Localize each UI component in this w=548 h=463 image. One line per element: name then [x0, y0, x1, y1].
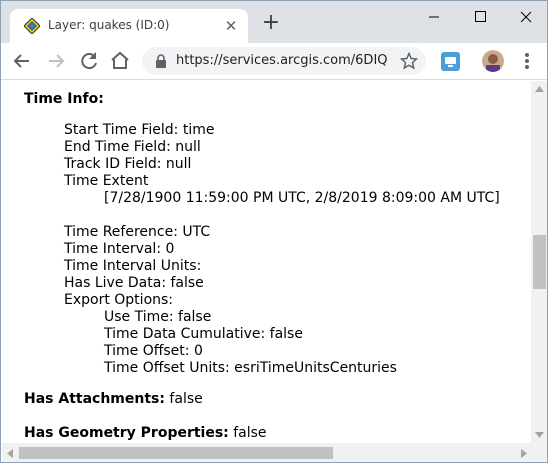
time-offset-units: Time Offset Units: esriTimeUnitsCenturie…: [104, 360, 397, 376]
tab-title: Layer: quakes (ID:0): [48, 18, 170, 32]
address-bar[interactable]: https://services.arcgis.com/6DIQcwlPy8kn…: [142, 47, 426, 75]
extension-icon[interactable]: [441, 52, 460, 71]
url-text[interactable]: https://services.arcgis.com/6DIQcwlPy8kn…: [176, 53, 388, 68]
new-tab-button[interactable]: +: [261, 12, 281, 34]
profile-avatar[interactable]: [482, 50, 504, 72]
maximize-button[interactable]: [457, 1, 503, 33]
back-arrow-icon[interactable]: [10, 49, 34, 73]
time-offset: Time Offset: 0: [104, 343, 203, 359]
time-reference: Time Reference: UTC: [64, 224, 211, 240]
reload-icon[interactable]: [77, 49, 101, 73]
time-interval-units: Time Interval Units:: [64, 258, 202, 274]
forward-arrow-icon[interactable]: [44, 49, 68, 73]
time-data-cumulative: Time Data Cumulative: false: [104, 326, 303, 342]
time-info-heading: Time Info:: [24, 91, 104, 107]
close-tab-icon[interactable]: ✕: [224, 19, 238, 34]
scroll-up-arrow-icon[interactable]: [535, 86, 544, 92]
use-time: Use Time: false: [104, 309, 212, 325]
export-options: Export Options:: [64, 292, 174, 308]
has-attachments: Has Attachments: false: [24, 391, 203, 408]
has-geometry-value: false: [228, 425, 267, 441]
has-attachments-label: Has Attachments:: [24, 391, 165, 407]
browser-window: Layer: quakes (ID:0) ✕ + https://service…: [0, 0, 548, 463]
has-geometry-properties: Has Geometry Properties: false: [24, 425, 267, 442]
time-extent-value: [7/28/1900 11:59:00 PM UTC, 2/8/2019 8:0…: [104, 190, 500, 206]
has-geometry-label: Has Geometry Properties:: [24, 425, 229, 441]
close-window-button[interactable]: [503, 1, 548, 33]
scroll-down-arrow-icon[interactable]: [535, 432, 544, 438]
minimize-button[interactable]: [411, 1, 457, 33]
avatar-icon: [482, 50, 504, 72]
lock-icon[interactable]: [154, 54, 168, 68]
horizontal-scrollbar[interactable]: [2, 443, 547, 462]
vertical-scrollbar[interactable]: [531, 81, 547, 443]
home-icon[interactable]: [108, 49, 132, 73]
scroll-right-arrow-icon[interactable]: [521, 449, 527, 458]
tab-strip: Layer: quakes (ID:0) ✕ +: [1, 1, 548, 43]
has-live-data: Has Live Data: false: [64, 275, 204, 291]
has-attachments-value: false: [164, 391, 203, 407]
vertical-scroll-thumb[interactable]: [533, 235, 546, 289]
arcgis-layer-icon: [24, 18, 40, 34]
horizontal-scroll-thumb[interactable]: [19, 447, 333, 459]
more-menu-icon[interactable]: [516, 50, 538, 72]
start-time-field: Start Time Field: time: [64, 122, 215, 138]
bookmark-star-icon[interactable]: [400, 52, 418, 70]
browser-toolbar: https://services.arcgis.com/6DIQcwlPy8kn…: [1, 43, 547, 80]
end-time-field: End Time Field: null: [64, 139, 201, 155]
page-content: Time Info: Start Time Field: time End Ti…: [2, 81, 531, 443]
time-interval: Time Interval: 0: [64, 241, 175, 257]
scroll-left-arrow-icon[interactable]: [7, 449, 13, 458]
track-id-field: Track ID Field: null: [64, 156, 192, 172]
tab-layer-quakes[interactable]: Layer: quakes (ID:0) ✕: [10, 9, 248, 43]
time-extent-label: Time Extent: [64, 173, 149, 189]
